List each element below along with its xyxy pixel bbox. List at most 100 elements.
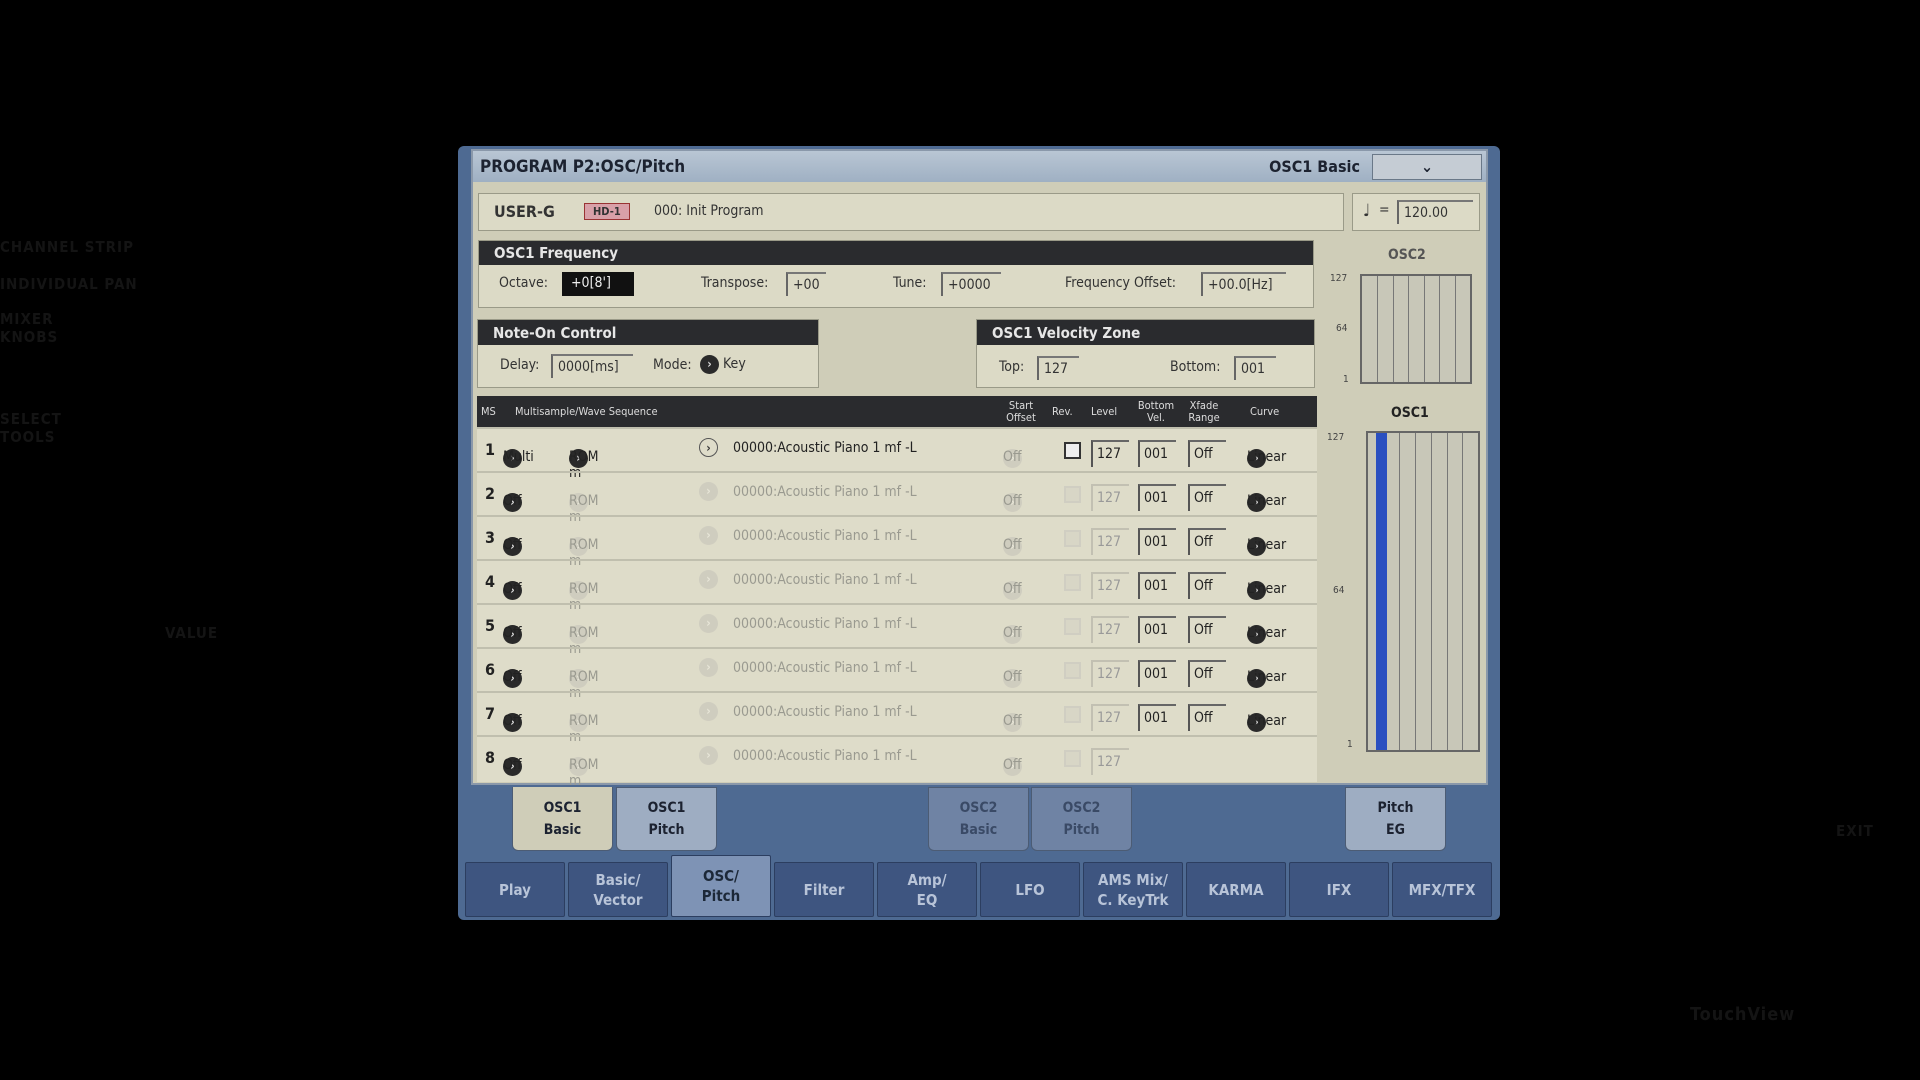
tab-lfo[interactable]: LFO bbox=[980, 862, 1080, 917]
graph-gridline bbox=[1392, 276, 1394, 382]
subtab-osc1-basic[interactable]: OSC1 Basic bbox=[512, 787, 613, 851]
xfade-range-field[interactable]: Off bbox=[1188, 704, 1226, 731]
bottom-vel-field[interactable]: 001 bbox=[1138, 616, 1176, 643]
tab-ifx[interactable]: IFX bbox=[1289, 862, 1389, 917]
transpose-label: Transpose: bbox=[701, 275, 769, 291]
tempo-value[interactable]: 120.00 bbox=[1397, 200, 1473, 224]
tab-basic-vector[interactable]: Basic/Vector bbox=[568, 862, 668, 917]
bottom-vel-field[interactable]: 001 bbox=[1138, 528, 1176, 555]
xfade-range-field[interactable]: Off bbox=[1188, 660, 1226, 687]
osc1-frequency-header: OSC1 Frequency bbox=[479, 241, 1313, 265]
wave-name[interactable]: 00000:Acoustic Piano 1 mf -L bbox=[733, 704, 917, 720]
tab-label-line1: OSC/ bbox=[702, 867, 739, 885]
program-select-bar[interactable]: USER-G HD-1 000: Init Program bbox=[478, 193, 1344, 231]
bottom-vel-field[interactable]: 001 bbox=[1138, 704, 1176, 731]
reverse-checkbox[interactable] bbox=[1064, 530, 1081, 547]
reverse-checkbox[interactable] bbox=[1064, 618, 1081, 635]
col-curve: Curve bbox=[1250, 405, 1280, 418]
xfade-range-field[interactable]: Off bbox=[1188, 572, 1226, 599]
reverse-checkbox[interactable] bbox=[1064, 442, 1081, 459]
bottom-vel-field[interactable]: 001 bbox=[1138, 660, 1176, 687]
bg-individual-pan-label: INDIVIDUAL PAN bbox=[0, 275, 138, 293]
tune-field[interactable]: +0000 bbox=[941, 272, 1001, 296]
start-offset-value: Off bbox=[1003, 669, 1022, 685]
tempo-field[interactable]: ♩ = 120.00 bbox=[1352, 193, 1480, 231]
reverse-checkbox[interactable] bbox=[1064, 486, 1081, 503]
table-row: 6 › Off › ROM m › 00000:Acoustic Piano 1 mf … bbox=[477, 647, 1317, 701]
wave-name[interactable]: 00000:Acoustic Piano 1 mf -L bbox=[733, 528, 917, 544]
osc1-velocity-graph bbox=[1366, 431, 1480, 752]
level-field[interactable]: 127 bbox=[1091, 440, 1129, 467]
level-field[interactable]: 127 bbox=[1091, 616, 1129, 643]
frequency-offset-field[interactable]: +00.0[Hz] bbox=[1201, 272, 1286, 296]
tab-karma[interactable]: KARMA bbox=[1186, 862, 1286, 917]
octave-field[interactable]: +0[8'] bbox=[562, 272, 634, 296]
table-row: 4 › Off › ROM m › 00000:Acoustic Piano 1 mf … bbox=[477, 559, 1317, 613]
table-row: 7 › Off › ROM m › 00000:Acoustic Piano 1 mf … bbox=[477, 691, 1317, 745]
wave-name[interactable]: 00000:Acoustic Piano 1 mf -L bbox=[733, 440, 917, 456]
wave-name[interactable]: 00000:Acoustic Piano 1 mf -L bbox=[733, 484, 917, 500]
tab-play[interactable]: Play bbox=[465, 862, 565, 917]
tab-mfx-tfx[interactable]: MFX/TFX bbox=[1392, 862, 1492, 917]
wave-select-icon[interactable]: › bbox=[699, 526, 718, 545]
wave-name[interactable]: 00000:Acoustic Piano 1 mf -L bbox=[733, 748, 917, 764]
bottom-vel-field[interactable]: 001 bbox=[1138, 440, 1176, 467]
reverse-checkbox[interactable] bbox=[1064, 574, 1081, 591]
wave-select-icon[interactable]: › bbox=[699, 482, 718, 501]
col-wave: Multisample/Wave Sequence bbox=[515, 405, 658, 418]
tab-osc-pitch[interactable]: OSC/Pitch bbox=[671, 855, 771, 917]
bottom-vel-field[interactable]: 001 bbox=[1138, 484, 1176, 511]
tab-filter[interactable]: Filter bbox=[774, 862, 874, 917]
subtab-label-line1: OSC1 bbox=[543, 799, 582, 816]
start-offset-value: Off bbox=[1003, 493, 1022, 509]
col-xfade-range: Xfade Range bbox=[1188, 399, 1220, 424]
tab-label-line2: Vector bbox=[593, 890, 643, 909]
wave-name[interactable]: 00000:Acoustic Piano 1 mf -L bbox=[733, 660, 917, 676]
level-field[interactable]: 127 bbox=[1091, 660, 1129, 687]
note-on-header: Note-On Control bbox=[478, 320, 818, 345]
wave-select-icon[interactable]: › bbox=[699, 746, 718, 765]
reverse-checkbox[interactable] bbox=[1064, 750, 1081, 767]
lcd-screen: PROGRAM P2:OSC/Pitch OSC1 Basic ⌄ USER-G… bbox=[471, 149, 1488, 789]
delay-field[interactable]: 0000[ms] bbox=[551, 354, 633, 378]
xfade-range-field[interactable]: Off bbox=[1188, 484, 1226, 511]
quarter-note-icon: ♩ bbox=[1363, 201, 1371, 221]
xfade-range-field[interactable]: Off bbox=[1188, 528, 1226, 555]
wave-select-icon[interactable]: › bbox=[699, 702, 718, 721]
wave-select-icon[interactable]: › bbox=[699, 438, 718, 457]
row-number: 8 bbox=[485, 748, 496, 767]
tab-label: Play bbox=[499, 880, 531, 900]
bottom-vel-field[interactable]: 001 bbox=[1138, 572, 1176, 599]
tab-label: AMS Mix/C. KeyTrk bbox=[1097, 870, 1168, 910]
level-field[interactable]: 127 bbox=[1091, 704, 1129, 731]
level-field[interactable]: 127 bbox=[1091, 484, 1129, 511]
xfade-range-field[interactable]: Off bbox=[1188, 440, 1226, 467]
level-field[interactable]: 127 bbox=[1091, 572, 1129, 599]
wave-select-icon[interactable]: › bbox=[699, 658, 718, 677]
start-offset-value: Off bbox=[1003, 757, 1022, 773]
tab-amp-eq[interactable]: Amp/EQ bbox=[877, 862, 977, 917]
transpose-field[interactable]: +00 bbox=[786, 272, 826, 296]
subtab-pitch-eg[interactable]: Pitch EG bbox=[1345, 787, 1446, 851]
level-field[interactable]: 127 bbox=[1091, 528, 1129, 555]
subtab-label-line1: OSC2 bbox=[1062, 800, 1101, 816]
wave-name[interactable]: 00000:Acoustic Piano 1 mf -L bbox=[733, 572, 917, 588]
velocity-zone-panel: OSC1 Velocity Zone Top: 127 Bottom: 001 bbox=[976, 319, 1315, 388]
bottom-velocity-field[interactable]: 001 bbox=[1234, 356, 1276, 380]
mode-selector[interactable]: › Key bbox=[700, 355, 746, 374]
reverse-checkbox[interactable] bbox=[1064, 662, 1081, 679]
graph-gridline bbox=[1446, 433, 1448, 750]
osc2-tick-1: 1 bbox=[1343, 374, 1349, 385]
subtab-osc1-pitch[interactable]: OSC1 Pitch bbox=[616, 787, 717, 851]
level-field[interactable]: 127 bbox=[1091, 748, 1129, 775]
tab-ams-mix-c-keytrk[interactable]: AMS Mix/C. KeyTrk bbox=[1083, 862, 1183, 917]
osc2-graph-label: OSC2 bbox=[1388, 247, 1426, 263]
wave-select-icon[interactable]: › bbox=[699, 570, 718, 589]
top-velocity-field[interactable]: 127 bbox=[1037, 356, 1079, 380]
page-menu-button[interactable]: ⌄ bbox=[1372, 154, 1482, 180]
reverse-checkbox[interactable] bbox=[1064, 706, 1081, 723]
wave-select-icon[interactable]: › bbox=[699, 614, 718, 633]
wave-name[interactable]: 00000:Acoustic Piano 1 mf -L bbox=[733, 616, 917, 632]
tab-label-line1: KARMA bbox=[1208, 880, 1264, 899]
xfade-range-field[interactable]: Off bbox=[1188, 616, 1226, 643]
